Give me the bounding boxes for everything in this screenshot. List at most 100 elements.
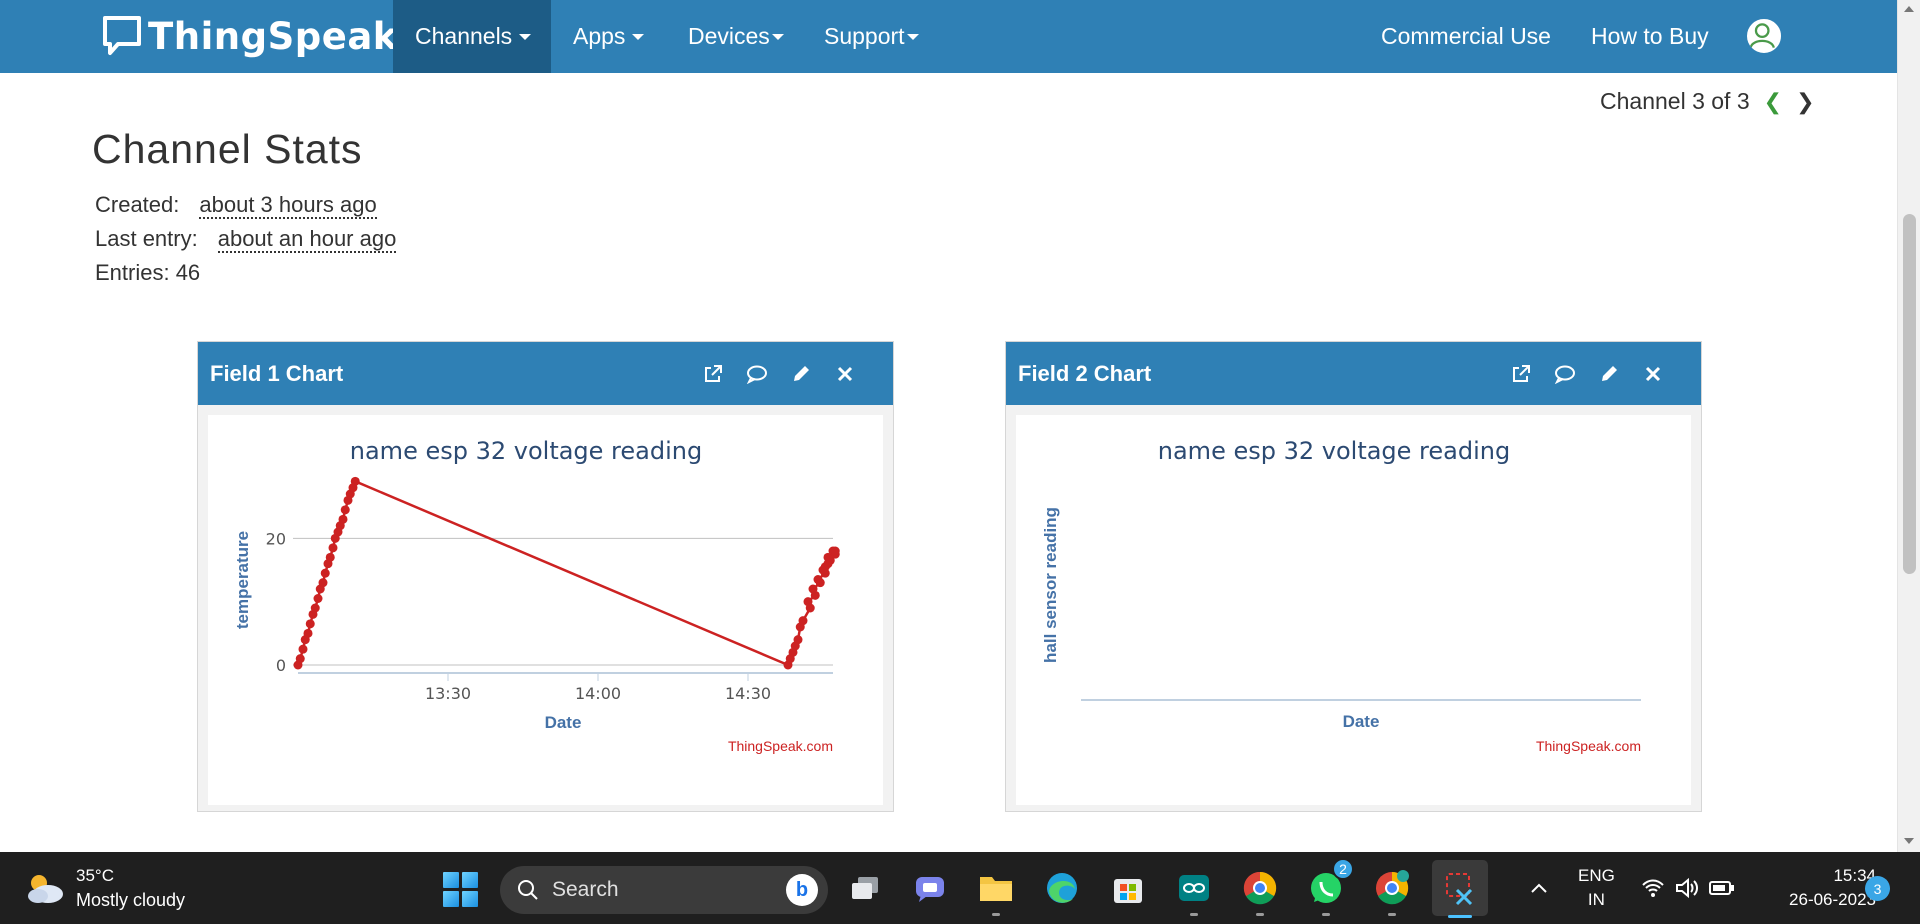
language-code: ENG (1578, 866, 1615, 885)
scroll-down-arrow-icon[interactable] (1904, 838, 1914, 844)
task-view-icon[interactable] (843, 866, 887, 910)
notification-badge[interactable]: 3 (1865, 876, 1890, 901)
stat-entries: Entries: 46 (95, 260, 201, 285)
y-axis-label: hall sensor reading (1041, 507, 1060, 663)
data-point (305, 619, 315, 629)
stat-last-entry: Last entry: about an hour ago (95, 226, 397, 253)
search-icon (518, 880, 538, 900)
data-point (320, 568, 330, 578)
caret-down-icon (519, 33, 532, 40)
chevron-right-icon[interactable]: ❯ (1796, 89, 1814, 115)
chevron-left-icon[interactable]: ❮ (1764, 89, 1782, 115)
pencil-icon[interactable] (1587, 359, 1631, 389)
scroll-thumb[interactable] (1903, 214, 1916, 574)
active-indicator (1448, 915, 1472, 918)
windows-taskbar: 35°C Mostly cloudy Search b 2 ENG IN 15:… (0, 852, 1920, 924)
bing-icon[interactable]: b (786, 874, 818, 906)
chart-title: name esp 32 voltage reading (1158, 437, 1510, 465)
nav-support[interactable]: Support (824, 0, 919, 73)
chrome-profile-2-icon[interactable] (1370, 866, 1414, 916)
external-link-icon[interactable] (1499, 359, 1543, 389)
microsoft-store-icon[interactable] (1106, 866, 1150, 910)
chart-credit: ThingSpeak.com (728, 738, 833, 754)
data-point (340, 505, 350, 515)
panel-header: Field 2 Chart (1006, 342, 1701, 405)
data-point (808, 584, 818, 594)
taskbar-search[interactable]: Search b (500, 866, 828, 914)
field1-chart-svg: name esp 32 voltage reading temperature Da… (233, 437, 840, 754)
channel-pager-label: Channel 3 of 3 (1600, 88, 1750, 114)
comment-icon[interactable] (735, 359, 779, 389)
clock-time: 15:34 (1833, 866, 1876, 885)
weather-description: Mostly cloudy (76, 890, 186, 910)
caret-down-icon (771, 33, 784, 40)
battery-icon (1709, 881, 1734, 895)
data-point (295, 654, 305, 664)
y-tick-label: 20 (266, 529, 286, 548)
chart-credit: ThingSpeak.com (1536, 738, 1641, 754)
nav-devices-label: Devices (688, 23, 770, 49)
language-indicator[interactable]: ENG IN (1578, 852, 1615, 924)
field1-chart-panel: Field 1 Chart name esp 32 voltage readin… (197, 341, 894, 812)
nav-commercial-use[interactable]: Commercial Use (1381, 0, 1551, 73)
nav-how-to-buy[interactable]: How to Buy (1591, 0, 1709, 73)
data-point (318, 578, 328, 588)
panel-header: Field 1 Chart (198, 342, 893, 405)
x-axis-label: Date (1343, 712, 1380, 731)
data-point (813, 575, 823, 584)
data-point (350, 476, 360, 486)
running-indicator (1256, 913, 1264, 916)
external-link-icon[interactable] (691, 359, 735, 389)
close-icon[interactable] (1631, 359, 1675, 389)
teams-chat-icon[interactable] (908, 866, 952, 910)
file-explorer-icon[interactable] (974, 866, 1018, 916)
data-point (328, 543, 338, 553)
edge-browser-icon[interactable] (1040, 866, 1084, 910)
weather-widget[interactable]: 35°C Mostly cloudy (24, 864, 185, 912)
quick-settings[interactable] (1641, 852, 1735, 924)
stat-last-entry-label: Last entry: (95, 226, 198, 251)
chevron-up-icon (1531, 883, 1547, 893)
nav-devices[interactable]: Devices (688, 0, 784, 73)
snipping-tool-icon[interactable] (1432, 860, 1488, 918)
x-axis-label: Date (545, 713, 582, 732)
caret-down-icon (632, 33, 645, 40)
close-icon[interactable] (823, 359, 867, 389)
data-point (793, 635, 803, 645)
chart-title: name esp 32 voltage reading (350, 437, 702, 465)
region-code: IN (1587, 890, 1605, 909)
stat-created-value: about 3 hours ago (199, 192, 377, 219)
running-indicator (1322, 913, 1330, 916)
nav-channels[interactable]: Channels (393, 0, 551, 73)
windows-start-icon[interactable] (443, 872, 478, 907)
running-indicator (992, 913, 1000, 916)
stat-created: Created: about 3 hours ago (95, 192, 377, 219)
running-indicator (1388, 913, 1396, 916)
show-hidden-icons[interactable] (1530, 852, 1548, 924)
field2-chart-panel: Field 2 Chart name esp 32 voltage readin… (1005, 341, 1702, 812)
caret-down-icon (906, 33, 919, 40)
pencil-icon[interactable] (779, 359, 823, 389)
channel-pager: Channel 3 of 3 ❮ ❯ (1600, 88, 1815, 115)
weather-temperature: 35°C (76, 866, 114, 885)
page-title: Channel Stats (92, 126, 363, 172)
system-clock[interactable]: 15:34 26-06-2023 (1760, 864, 1876, 912)
comment-icon[interactable] (1543, 359, 1587, 389)
chrome-profile-1-icon[interactable] (1238, 866, 1282, 916)
stat-created-label: Created: (95, 192, 180, 217)
running-indicator (1190, 913, 1198, 916)
cloudy-weather-icon (28, 875, 63, 903)
thingspeak-logo[interactable]: ThingSpeak ™ (102, 12, 414, 60)
scroll-up-arrow-icon[interactable] (1904, 6, 1914, 12)
whatsapp-icon[interactable]: 2 (1304, 858, 1354, 916)
field2-chart-svg: name esp 32 voltage reading hall sensor r… (1041, 437, 1641, 754)
field1-chart: name esp 32 voltage reading temperature Da… (208, 415, 883, 805)
data-point (303, 628, 313, 638)
y-axis-label: temperature (233, 531, 252, 629)
user-avatar-icon[interactable] (1745, 17, 1783, 55)
nav-apps[interactable]: Apps (573, 0, 645, 73)
field2-chart: name esp 32 voltage reading hall sensor r… (1016, 415, 1691, 805)
arduino-ide-icon[interactable] (1172, 866, 1216, 916)
page-scrollbar[interactable] (1897, 0, 1920, 852)
whatsapp-unread-badge: 2 (1332, 858, 1354, 880)
